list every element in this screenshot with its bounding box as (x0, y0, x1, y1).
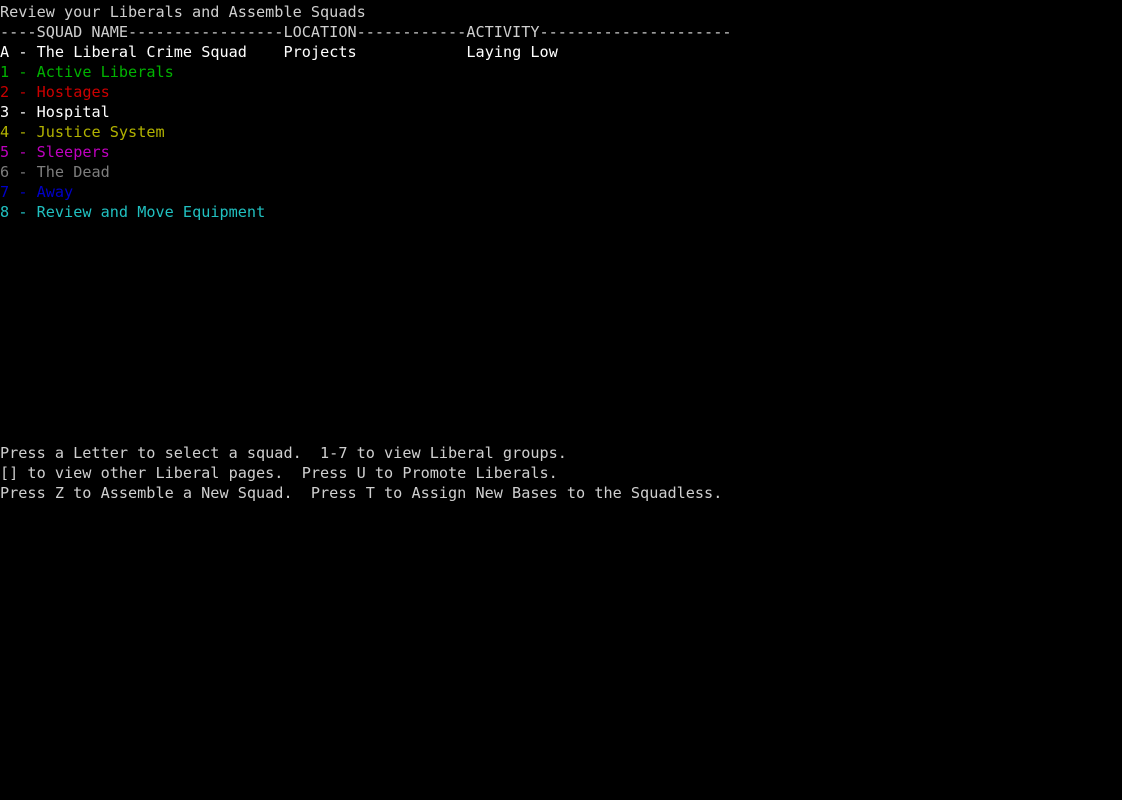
menu-item-the-dead[interactable]: 6 - The Dead (0, 162, 110, 182)
squad-row-name: The Liberal Crime Squad (36, 43, 247, 61)
menu-item-spacer-1 (9, 103, 18, 121)
menu-item-spacer-1 (9, 63, 18, 81)
footer-help-line-3: Press Z to Assemble a New Squad. Press T… (0, 484, 723, 502)
menu-item-justice-system[interactable]: 4 - Justice System (0, 122, 165, 142)
footer-help-line-1: Press a Letter to select a squad. 1-7 to… (0, 444, 567, 462)
menu-item-spacer-2 (27, 183, 36, 201)
squad-row-spacer-2 (27, 43, 36, 61)
squad-row-key: A (0, 43, 10, 61)
table-header-rule: ----SQUAD NAME-----------------LOCATION-… (0, 23, 732, 41)
menu-item-sleepers[interactable]: 5 - Sleepers (0, 142, 110, 162)
menu-item-key: 2 (0, 83, 10, 101)
menu-item-key: 7 (0, 183, 10, 201)
page-title: Review your Liberals and Assemble Squads (0, 3, 366, 21)
menu-item-spacer-1 (9, 83, 18, 101)
menu-item-spacer-1 (9, 123, 18, 141)
menu-item-label: Active Liberals (36, 63, 174, 81)
menu-item-away[interactable]: 7 - Away (0, 182, 73, 202)
footer-help-line-2: [] to view other Liberal pages. Press U … (0, 464, 558, 482)
menu-item-label: Hospital (36, 103, 110, 121)
menu-item-label: The Dead (36, 163, 110, 181)
squad-row-activity: Laying Low (466, 43, 558, 61)
menu-item-spacer-2 (27, 63, 36, 81)
menu-item-key: 1 (0, 63, 10, 81)
menu-item-active-liberals[interactable]: 1 - Active Liberals (0, 62, 174, 82)
terminal-screen: Review your Liberals and Assemble Squads… (0, 0, 1122, 800)
menu-item-key: 5 (0, 143, 10, 161)
menu-item-label: Hostages (36, 83, 110, 101)
menu-item-label: Sleepers (36, 143, 110, 161)
menu-item-spacer-2 (27, 103, 36, 121)
menu-item-label: Justice System (36, 123, 165, 141)
squad-row-location: Projects (283, 43, 357, 61)
menu-item-spacer-1 (9, 143, 18, 161)
menu-item-key: 6 (0, 163, 10, 181)
menu-item-label: Away (36, 183, 74, 201)
menu-item-spacer-1 (9, 183, 18, 201)
menu-item-key: 4 (0, 123, 10, 141)
squad-row-spacer-1 (9, 43, 18, 61)
menu-item-key: 8 (0, 203, 10, 221)
menu-item-spacer-2 (27, 203, 36, 221)
squad-row-a[interactable]: A - The Liberal Crime Squad Projects Lay… (0, 42, 558, 62)
squad-row-gap-2 (357, 43, 467, 61)
menu-item-spacer-2 (27, 83, 36, 101)
squad-row-gap-1 (247, 43, 284, 61)
menu-item-spacer-2 (27, 143, 36, 161)
menu-item-spacer-1 (9, 203, 18, 221)
menu-item-label: Review and Move Equipment (36, 203, 266, 221)
menu-item-spacer-2 (27, 163, 36, 181)
menu-item-hospital[interactable]: 3 - Hospital (0, 102, 110, 122)
menu-item-review-and-move-equipment[interactable]: 8 - Review and Move Equipment (0, 202, 265, 222)
menu-item-spacer-1 (9, 163, 18, 181)
menu-item-key: 3 (0, 103, 10, 121)
menu-item-hostages[interactable]: 2 - Hostages (0, 82, 110, 102)
menu-item-spacer-2 (27, 123, 36, 141)
